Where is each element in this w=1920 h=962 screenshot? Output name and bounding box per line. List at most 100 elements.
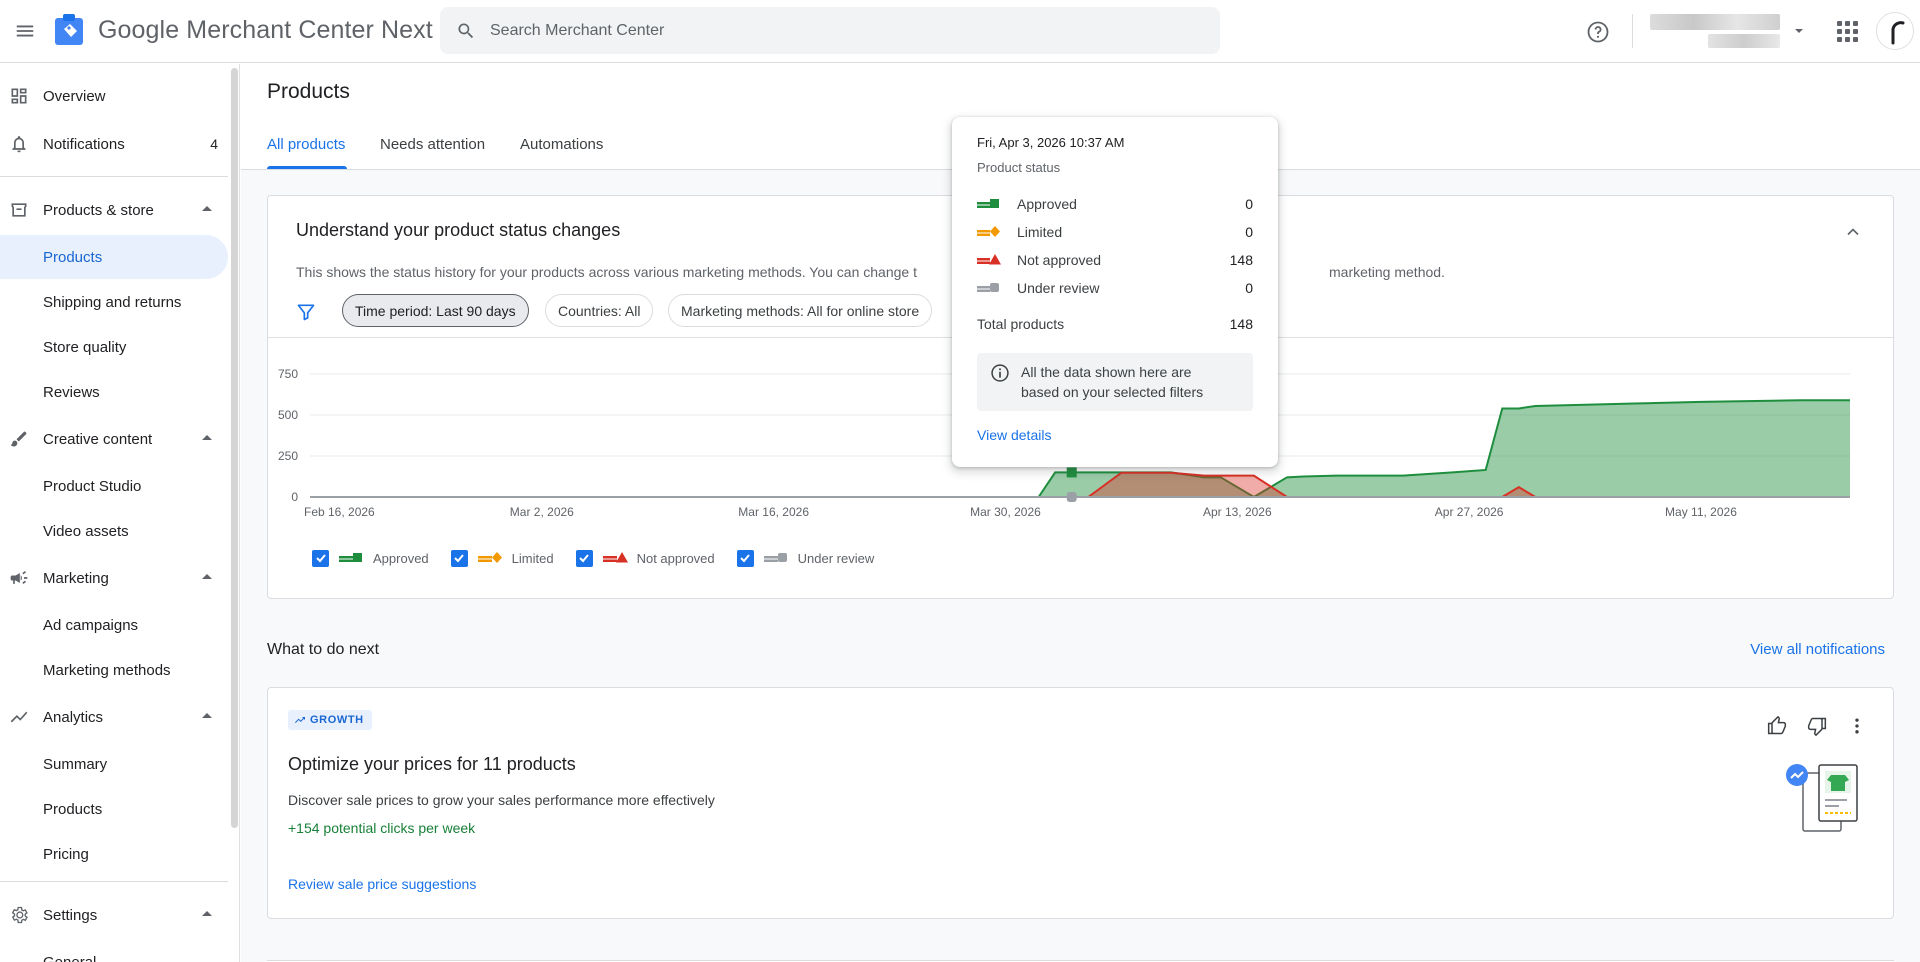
chevron-up-icon [1847, 228, 1859, 236]
chart-legend: Approved Limited Not approved Under revi… [312, 546, 896, 570]
tab-all-products[interactable]: All products [267, 136, 345, 153]
sidebar-section-products-store[interactable]: Products & store [0, 188, 228, 232]
nav-divider [0, 176, 228, 177]
chip-marketing-methods[interactable]: Marketing methods: All for online store [668, 294, 933, 327]
search-input[interactable] [490, 21, 1190, 40]
sidebar-item-shipping-returns[interactable]: Shipping and returns [0, 280, 228, 324]
sidebar-item-store-quality[interactable]: Store quality [0, 325, 228, 369]
main-menu-button[interactable] [6, 12, 44, 50]
checkbox-checked-icon[interactable] [575, 549, 593, 567]
limited-swatch-icon [977, 226, 1000, 237]
info-icon [991, 364, 1009, 382]
under-review-swatch-icon [763, 553, 787, 562]
sidebar-section-marketing[interactable]: Marketing [0, 556, 228, 600]
merchant-center-logo-icon[interactable] [54, 14, 84, 46]
sidebar-section-settings[interactable]: Settings [0, 893, 228, 937]
sidebar-item-notifications[interactable]: Notifications 4 [0, 122, 228, 166]
sidebar-section-analytics[interactable]: Analytics [0, 695, 228, 739]
x-tick-label: Apr 27, 2026 [1435, 505, 1504, 519]
sidebar-item-label: Products & store [43, 201, 154, 219]
collapse-arrow-icon [202, 574, 212, 579]
recommendation-metric: +154 potential clicks per week [288, 820, 476, 836]
sidebar-item-label: Notifications [43, 135, 125, 153]
sidebar-item-pricing[interactable]: Pricing [0, 832, 228, 876]
sidebar-item-label: Settings [43, 906, 98, 924]
tooltip-label: Not approved [1017, 252, 1102, 268]
checkbox-checked-icon[interactable] [450, 549, 468, 567]
sidebar-item-video-assets[interactable]: Video assets [0, 509, 228, 553]
tooltip-total-row: Total products 148 [977, 316, 1253, 332]
sidebar-item-marketing-methods[interactable]: Marketing methods [0, 648, 228, 692]
chip-time-period[interactable]: Time period: Last 90 days [342, 294, 529, 327]
sidebar-item-product-studio[interactable]: Product Studio [0, 464, 228, 508]
tab-automations[interactable]: Automations [520, 136, 603, 153]
help-button[interactable] [1584, 18, 1612, 46]
sidebar-item-products[interactable]: Products [0, 235, 228, 279]
limited-swatch-icon [477, 552, 502, 563]
dropdown-arrow-icon [1795, 29, 1803, 33]
avatar[interactable] [1876, 12, 1914, 50]
legend-limited[interactable]: Limited [450, 549, 554, 567]
recommendation-description: Discover sale prices to grow your sales … [288, 792, 715, 808]
more-options-button[interactable] [1839, 708, 1875, 744]
account-name-redacted [1650, 14, 1780, 30]
view-all-notifications-link[interactable]: View all notifications [1750, 641, 1885, 658]
description-text-tail: marketing method. [1329, 264, 1445, 280]
tooltip-total-value: 148 [1229, 316, 1253, 332]
tooltip-label: Limited [1017, 224, 1063, 240]
badge-label: GROWTH [310, 714, 364, 726]
dashboard-icon [8, 85, 30, 107]
legend-label: Limited [511, 550, 554, 566]
chip-countries[interactable]: Countries: All [545, 294, 654, 327]
legend-label: Not approved [636, 550, 715, 566]
checkbox-checked-icon[interactable] [736, 549, 754, 567]
thumbs-down-icon [1807, 717, 1827, 736]
sidebar-item-analytics-products[interactable]: Products [0, 787, 228, 831]
thumbs-down-button[interactable] [1799, 708, 1835, 744]
sidebar-scrollbar[interactable] [231, 68, 238, 828]
sidebar-item-label: Product Studio [43, 477, 142, 495]
tooltip-row-approved: Approved 0 [977, 194, 1253, 214]
collapse-arrow-icon [202, 206, 212, 211]
sidebar-item-label: Video assets [43, 522, 129, 540]
legend-under-review[interactable]: Under review [736, 549, 874, 567]
sidebar-item-overview[interactable]: Overview [0, 74, 228, 118]
sidebar-item-label: Marketing methods [43, 661, 171, 679]
view-details-link[interactable]: View details [977, 427, 1051, 443]
y-tick-label: 0 [291, 490, 298, 504]
sidebar-item-summary[interactable]: Summary [0, 742, 228, 786]
y-tick-label: 750 [278, 367, 298, 381]
sidebar-item-label: Reviews [43, 383, 100, 401]
sidebar-item-label: General [43, 953, 97, 962]
search-bar[interactable] [440, 7, 1220, 54]
checkbox-checked-icon[interactable] [312, 549, 329, 567]
trending-up-icon [295, 717, 305, 723]
account-switcher[interactable] [1650, 12, 1810, 52]
sidebar-item-label: Products [43, 800, 103, 818]
review-sale-price-link[interactable]: Review sale price suggestions [288, 876, 476, 892]
thumbs-up-button[interactable] [1759, 708, 1795, 744]
legend-approved[interactable]: Approved [312, 549, 429, 567]
google-apps-button[interactable] [1834, 18, 1860, 44]
help-icon [1587, 21, 1609, 43]
sidebar-item-reviews[interactable]: Reviews [0, 370, 228, 414]
collapse-card-button[interactable] [1841, 220, 1865, 244]
thumbs-up-icon [1767, 716, 1787, 735]
description-text: This shows the status history for your p… [296, 264, 917, 280]
hamburger-icon [16, 25, 34, 37]
legend-not-approved[interactable]: Not approved [575, 549, 715, 567]
recommendation-title: Optimize your prices for 11 products [288, 754, 576, 774]
sidebar-section-creative-content[interactable]: Creative content [0, 417, 228, 461]
tooltip-label: Under review [1017, 280, 1100, 296]
x-tick-label: Mar 2, 2026 [510, 505, 574, 519]
sidebar-item-ad-campaigns[interactable]: Ad campaigns [0, 603, 228, 647]
x-tick-label: Mar 16, 2026 [738, 505, 809, 519]
tab-needs-attention[interactable]: Needs attention [380, 136, 485, 153]
x-tick-label: Apr 13, 2026 [1203, 505, 1272, 519]
not-approved-swatch-icon [977, 254, 1001, 265]
filter-icon[interactable] [296, 302, 316, 322]
megaphone-icon [8, 567, 30, 589]
what-to-do-next-title: What to do next [267, 641, 380, 658]
sidebar-item-general[interactable]: General [0, 940, 228, 962]
collapse-arrow-icon [202, 713, 212, 718]
